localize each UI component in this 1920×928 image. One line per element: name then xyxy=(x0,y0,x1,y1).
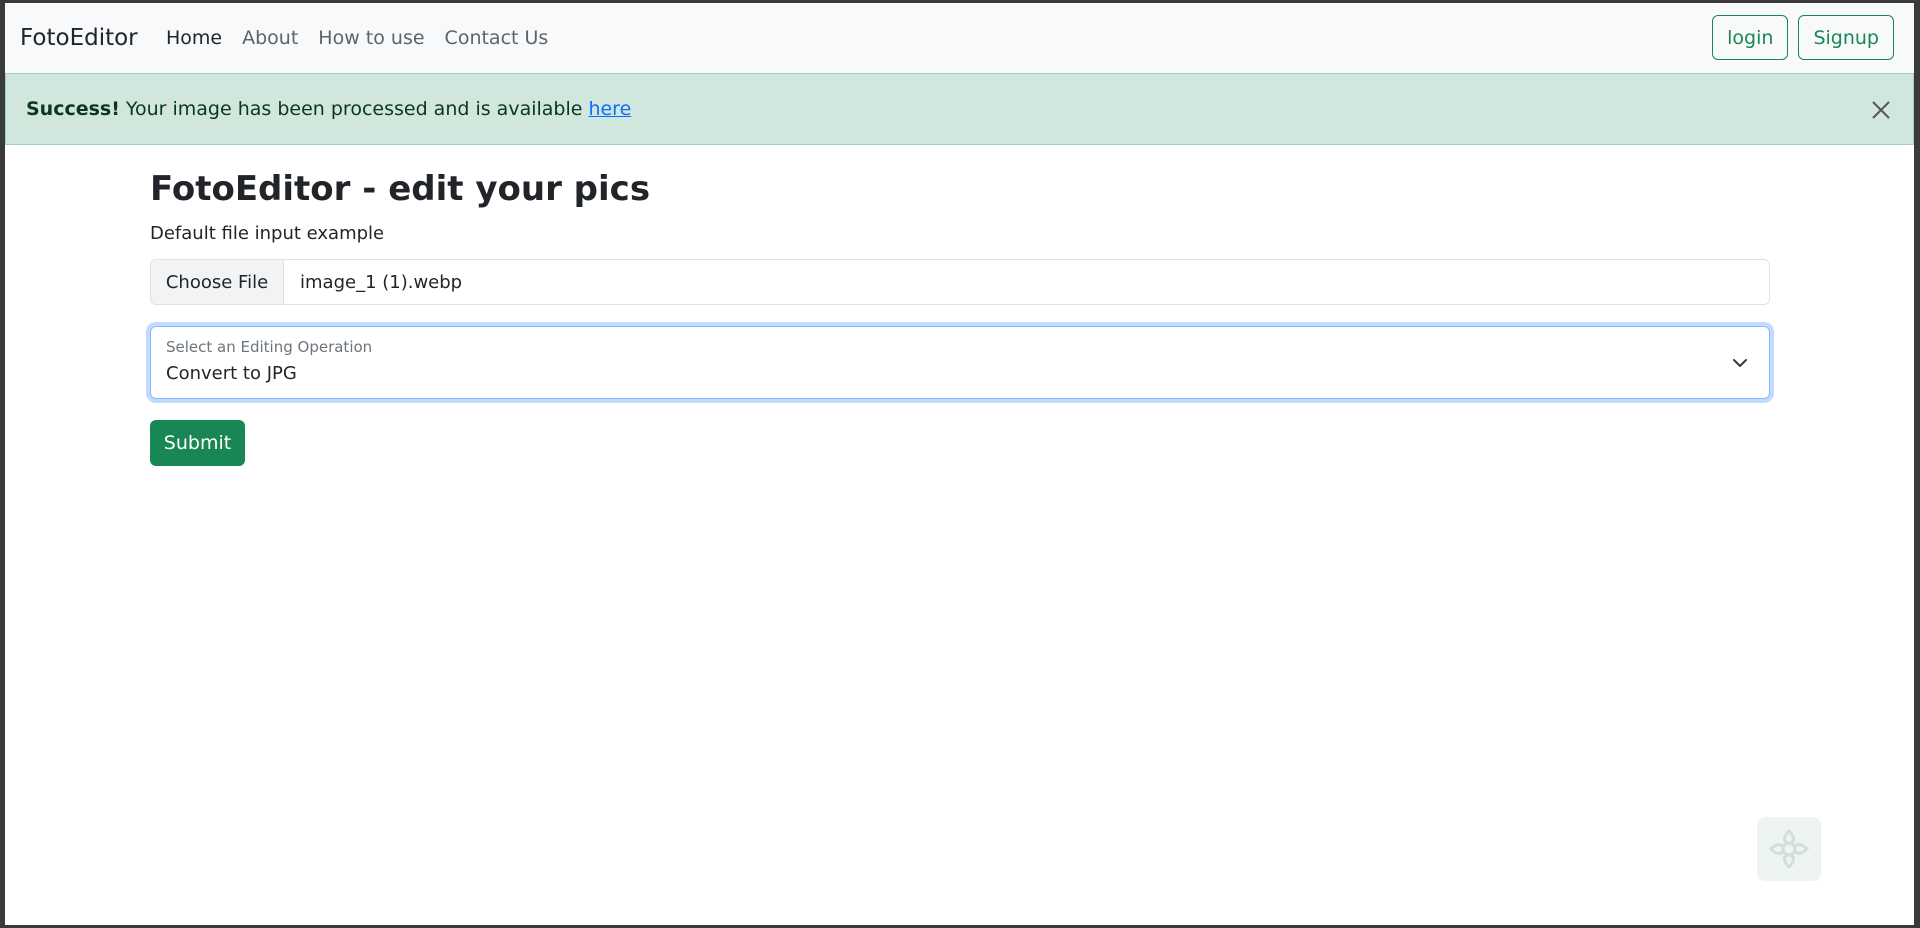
assistant-widget-icon[interactable] xyxy=(1757,817,1821,881)
choose-file-button[interactable]: Choose File xyxy=(151,260,284,304)
auth-buttons: login Signup xyxy=(1712,15,1894,60)
page: FotoEditor Home About How to use Contact… xyxy=(5,3,1914,925)
file-input[interactable]: Choose File image_1 (1).webp xyxy=(150,259,1770,305)
page-title: FotoEditor - edit your pics xyxy=(150,169,651,209)
file-input-label: Default file input example xyxy=(150,223,385,244)
select-label: Select an Editing Operation xyxy=(166,338,373,356)
file-name: image_1 (1).webp xyxy=(300,271,463,293)
signup-button[interactable]: Signup xyxy=(1798,15,1894,60)
alert-strong: Success! xyxy=(26,98,120,120)
navbar: FotoEditor Home About How to use Contact… xyxy=(5,3,1914,73)
close-icon[interactable] xyxy=(1867,96,1895,124)
nav-link-how-to-use[interactable]: How to use xyxy=(318,27,424,49)
success-alert: Success! Your image has been processed a… xyxy=(5,73,1914,145)
alert-message: Your image has been processed and is ava… xyxy=(125,98,583,120)
nav-link-home[interactable]: Home xyxy=(166,27,222,49)
nav-link-contact-us[interactable]: Contact Us xyxy=(445,27,549,49)
editing-operation-select[interactable]: Select an Editing Operation Convert to J… xyxy=(150,326,1770,399)
alert-link[interactable]: here xyxy=(588,98,631,120)
chevron-down-icon xyxy=(1731,354,1749,372)
select-value: Convert to JPG xyxy=(166,363,297,384)
login-button[interactable]: login xyxy=(1712,15,1789,60)
brand-logo[interactable]: FotoEditor xyxy=(20,3,138,73)
nav-links: Home About How to use Contact Us xyxy=(166,3,568,73)
submit-button[interactable]: Submit xyxy=(150,420,245,466)
nav-link-about[interactable]: About xyxy=(242,27,298,49)
